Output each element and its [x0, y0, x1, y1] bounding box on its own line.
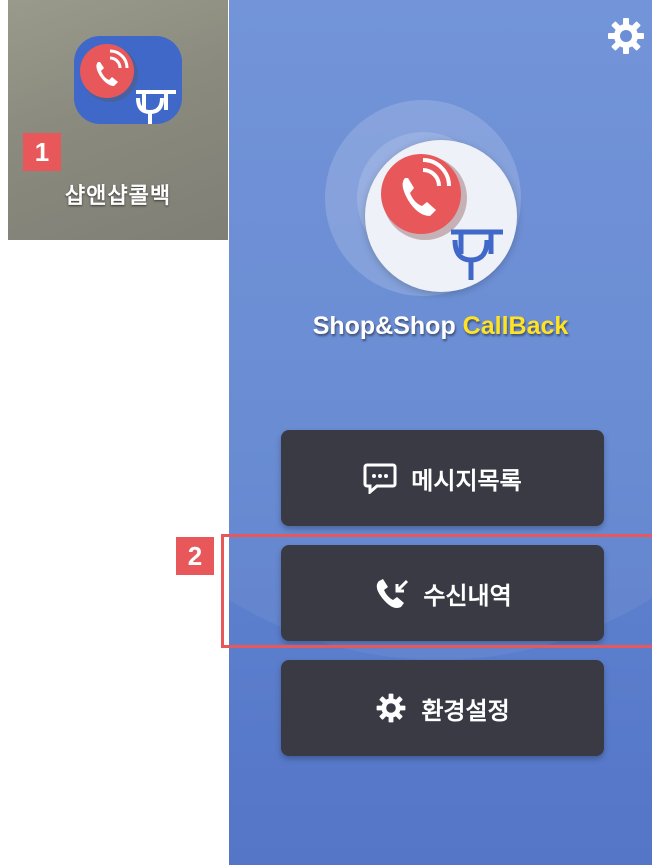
shopandshop-callback-app-icon[interactable] — [74, 36, 182, 124]
step-badge-1: 1 — [23, 133, 61, 171]
brand-callback: CallBack — [462, 312, 569, 340]
messages-label: 메시지목록 — [411, 466, 522, 495]
phone-logo-icon — [381, 154, 503, 280]
brand-shopandshop: Shop&Shop — [312, 312, 463, 340]
brand-title: Shop&Shop CallBack — [229, 312, 652, 341]
highlight-frame — [221, 534, 652, 648]
settings-button[interactable]: 환경설정 — [281, 660, 604, 756]
app-screen: Shop&Shop CallBack 메시지목록 수신내역 환경설정 — [229, 0, 652, 865]
step-badge-2: 2 — [176, 537, 214, 575]
app-logo — [365, 140, 517, 292]
app-label[interactable]: 샵앤샵콜백 — [8, 178, 228, 210]
gear-icon — [376, 693, 406, 723]
chat-bubble-icon — [363, 463, 397, 494]
messages-button[interactable]: 메시지목록 — [281, 430, 604, 526]
launcher-thumbnail: 샵앤샵콜백 — [8, 0, 228, 240]
settings-label: 환경설정 — [421, 696, 510, 725]
gear-icon[interactable] — [606, 16, 646, 56]
